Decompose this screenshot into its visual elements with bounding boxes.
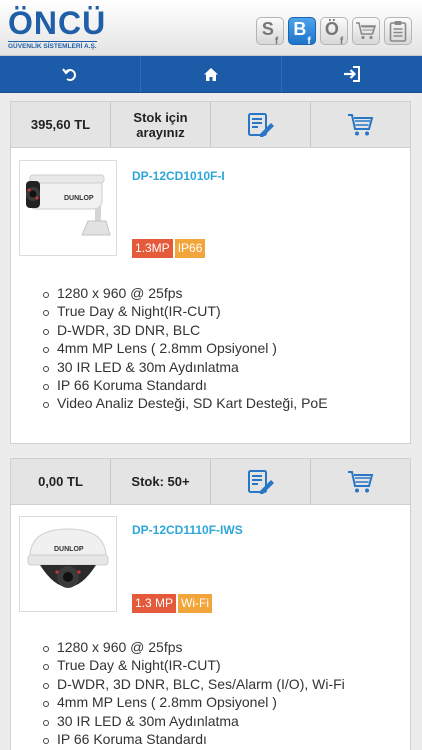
back-button[interactable] bbox=[0, 56, 141, 92]
login-icon bbox=[344, 66, 360, 82]
of-icon: Öf bbox=[324, 19, 344, 47]
product-action-bar: 395,60 TL Stok için arayınız bbox=[11, 102, 410, 148]
add-to-cart-button[interactable] bbox=[311, 459, 410, 504]
spec-item: True Day & Night(IR-CUT) bbox=[41, 302, 328, 320]
clipboard-icon bbox=[389, 21, 407, 42]
spec-item: Video Analiz Desteği, SD Kart Desteği, P… bbox=[41, 394, 328, 412]
cart-icon bbox=[347, 470, 373, 492]
spec-item: IP 66 Koruma Standardı bbox=[41, 730, 345, 748]
product-image[interactable]: DUNLOP bbox=[19, 160, 117, 256]
product-name-link[interactable]: DP-12CD1110F-IWS bbox=[132, 523, 243, 537]
back-icon bbox=[62, 68, 76, 81]
bf-icon: Bf bbox=[293, 19, 311, 47]
of-price-button[interactable]: Öf bbox=[320, 17, 348, 47]
sf-price-button[interactable]: Sf bbox=[256, 17, 284, 47]
home-icon bbox=[204, 67, 218, 81]
feature-badges: 1.3 MP Wi-Fi bbox=[132, 594, 212, 613]
feature-badges: 1.3MP IP66 bbox=[132, 239, 206, 258]
logo-title: ÖNCÜ bbox=[8, 5, 107, 41]
svg-text:DUNLOP: DUNLOP bbox=[54, 546, 84, 553]
add-to-list-button[interactable] bbox=[211, 459, 311, 504]
spec-item: 30 IR LED & 30m Aydınlatma bbox=[41, 712, 345, 730]
app-header: ÖNCÜ GÜVENLİK SİSTEMLERİ A.Ş. Sf Bf Öf bbox=[0, 0, 422, 56]
product-image[interactable]: DUNLOP bbox=[19, 516, 117, 612]
spec-list: 1280 x 960 @ 25fps True Day & Night(IR-C… bbox=[41, 638, 345, 748]
spec-item: 30 IR LED & 30m Aydınlatma bbox=[41, 358, 328, 376]
spec-item: 1280 x 960 @ 25fps bbox=[41, 284, 328, 302]
checklist-edit-icon bbox=[247, 469, 274, 494]
wifi-badge: Wi-Fi bbox=[178, 594, 212, 613]
spec-item: D-WDR, 3D DNR, BLC, Ses/Alarm (I/O), Wi-… bbox=[41, 675, 345, 693]
bullet-camera-icon: DUNLOP bbox=[26, 174, 111, 236]
logo-subtitle: GÜVENLİK SİSTEMLERİ A.Ş. bbox=[8, 41, 97, 50]
svg-text:DUNLOP: DUNLOP bbox=[64, 195, 94, 202]
checklist-edit-icon bbox=[247, 112, 274, 137]
price-label: 0,00 TL bbox=[11, 459, 111, 504]
resolution-badge: 1.3MP bbox=[132, 239, 173, 258]
spec-item: 4mm MP Lens ( 2.8mm Opsiyonel ) bbox=[41, 339, 328, 357]
stock-status: Stok: 50+ bbox=[111, 459, 211, 504]
cart-icon bbox=[347, 113, 373, 135]
spec-item: 4mm MP Lens ( 2.8mm Opsiyonel ) bbox=[41, 693, 345, 711]
bf-price-button[interactable]: Bf bbox=[288, 17, 316, 47]
logo: ÖNCÜ GÜVENLİK SİSTEMLERİ A.Ş. bbox=[8, 6, 108, 50]
add-to-cart-button[interactable] bbox=[311, 102, 410, 147]
resolution-badge: 1.3 MP bbox=[132, 594, 177, 613]
cart-icon bbox=[356, 22, 377, 40]
spec-list: 1280 x 960 @ 25fps True Day & Night(IR-C… bbox=[41, 284, 328, 413]
spec-item: True Day & Night(IR-CUT) bbox=[41, 656, 345, 674]
product-card: 0,00 TL Stok: 50+ DUNLOP DP-12CD1110F-IW… bbox=[10, 458, 411, 750]
home-button[interactable] bbox=[141, 56, 282, 92]
nav-bar bbox=[0, 56, 422, 93]
cart-button[interactable] bbox=[352, 17, 380, 45]
spec-item: 1280 x 960 @ 25fps bbox=[41, 638, 345, 656]
ip-rating-badge: IP66 bbox=[174, 239, 206, 258]
dome-camera-icon: DUNLOP bbox=[27, 528, 109, 588]
stock-status: Stok için arayınız bbox=[111, 102, 211, 147]
order-list-button[interactable] bbox=[384, 17, 412, 45]
sf-icon: Sf bbox=[261, 19, 279, 47]
spec-item: D-WDR, 3D DNR, BLC bbox=[41, 321, 328, 339]
price-label: 395,60 TL bbox=[11, 102, 111, 147]
product-action-bar: 0,00 TL Stok: 50+ bbox=[11, 459, 410, 505]
spec-item: IP 66 Koruma Standardı bbox=[41, 376, 328, 394]
product-card: 395,60 TL Stok için arayınız DUNLOP DP-1… bbox=[10, 101, 411, 444]
login-button[interactable] bbox=[282, 56, 422, 92]
product-name-link[interactable]: DP-12CD1010F-I bbox=[132, 169, 225, 183]
add-to-list-button[interactable] bbox=[211, 102, 311, 147]
